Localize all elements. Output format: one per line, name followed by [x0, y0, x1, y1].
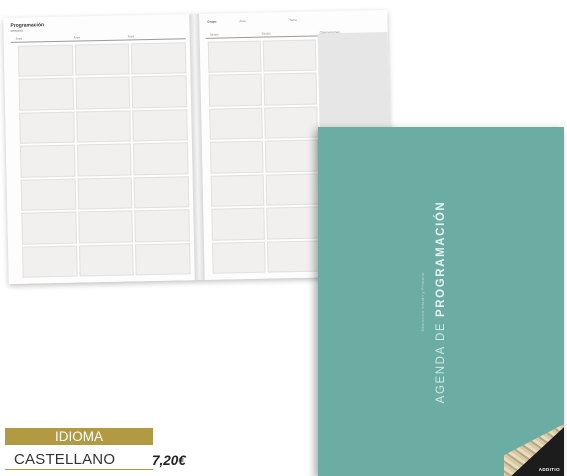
idioma-value: CASTELLANO [14, 451, 116, 468]
cover-title-light: AGENDA DE [435, 317, 447, 404]
cover-title-bold: PROGRAMACIÓN [435, 200, 447, 317]
right-grid [207, 39, 321, 274]
left-col-header-1: Área [15, 36, 23, 41]
right-field-3: Tema [289, 17, 297, 23]
right-field-1: Grupo [207, 19, 217, 24]
planner-subtitle: semana [10, 28, 24, 33]
right-col-header-1: Sesión [209, 32, 219, 37]
left-grid [17, 42, 191, 278]
idioma-label: IDIOMA [5, 428, 153, 445]
planner-left-page: Programación semana Área Área Área [3, 14, 195, 284]
left-col-header-3: Área [127, 34, 135, 39]
idioma-underline [5, 469, 153, 470]
cover-subtitle: Educación Infantil y Primaria [421, 272, 425, 332]
brand-logo: ADDITIO [538, 467, 560, 472]
agenda-cover-image: AGENDA DE PROGRAMACIÓN Educación Infanti… [318, 127, 564, 476]
right-field-2: Área [239, 18, 246, 24]
right-col-header-2: Sesión [261, 31, 271, 36]
product-price: 7,20€ [152, 453, 186, 468]
left-col-header-2: Área [73, 35, 81, 40]
cover-title: AGENDA DE PROGRAMACIÓN [435, 201, 447, 404]
